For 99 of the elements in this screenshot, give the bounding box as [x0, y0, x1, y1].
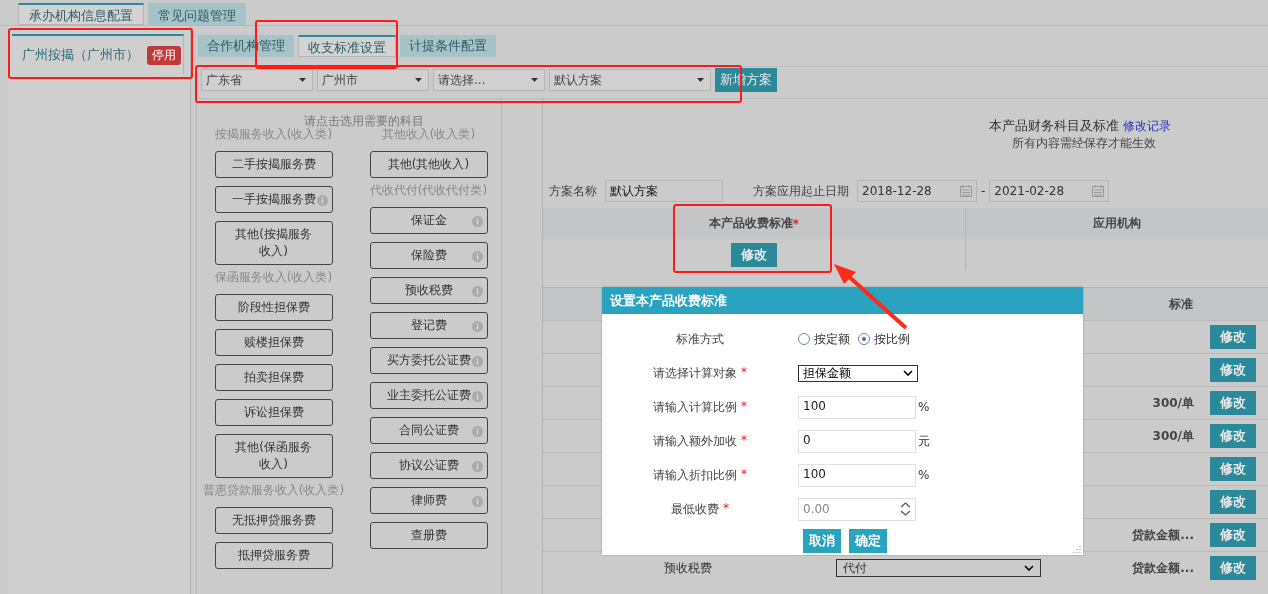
required-mark: *	[723, 500, 729, 517]
info-icon	[471, 250, 483, 262]
required-mark: *	[741, 466, 747, 483]
subject-button[interactable]: 预收税费	[369, 277, 488, 304]
dropdown[interactable]: 广州市	[317, 69, 429, 91]
subject-button[interactable]: 查册费	[369, 522, 488, 549]
number-field[interactable]: 0.00	[798, 497, 916, 521]
subject-button[interactable]: 保证金	[369, 207, 488, 234]
input-field[interactable]: 100	[798, 395, 916, 419]
info-icon	[316, 194, 328, 206]
input-field[interactable]: 0	[798, 429, 916, 453]
column-header: 应用机构	[1092, 215, 1142, 232]
required-mark: *	[741, 398, 747, 415]
required-mark: *	[741, 364, 747, 381]
subject-button[interactable]: 其他(其他收入)	[369, 151, 488, 178]
radio-button[interactable]	[798, 333, 810, 345]
table-cell: 300/单	[1152, 427, 1194, 445]
field-label: 标准方式	[676, 330, 724, 348]
unit-label: 元	[918, 432, 930, 450]
group-heading: 按揭服务收入(收入类)	[214, 126, 333, 143]
tab[interactable]: 计提条件配置	[400, 35, 496, 57]
status-badge: 停用	[147, 45, 181, 65]
field-label: 方案名称	[549, 182, 597, 200]
subject-button[interactable]: 登记费	[369, 312, 488, 339]
column-header: 本产品收费标准*	[543, 208, 966, 239]
subject-button[interactable]: 其他(按揭服务收入)	[214, 221, 333, 265]
history-link[interactable]: 修改记录	[1123, 119, 1171, 133]
info-icon	[471, 285, 483, 297]
group-heading: 其他收入(收入类)	[381, 126, 476, 143]
info-icon	[471, 495, 483, 507]
org-item[interactable]: 广州按揭（广州市）	[22, 46, 139, 64]
caret-icon	[299, 78, 306, 82]
subject-button[interactable]: 业主委托公证费	[369, 382, 488, 409]
subject-button[interactable]: 二手按揭服务费	[214, 151, 333, 178]
panel-title: 本产品财务科目及标准	[988, 118, 1119, 133]
subject-button[interactable]: 抵押贷服务费	[214, 542, 333, 569]
end-date-field[interactable]: 2021-02-28	[989, 180, 1110, 202]
group-heading: 保函服务收入(收入类)	[214, 269, 333, 286]
start-date-field[interactable]: 2018-12-28	[857, 180, 977, 202]
field-label: 请输入额外加收	[653, 432, 737, 450]
dropdown[interactable]: 担保金额	[798, 364, 918, 382]
calendar-icon	[1092, 185, 1105, 197]
required-mark: *	[741, 432, 747, 449]
info-icon	[471, 460, 483, 472]
subject-button[interactable]: 一手按揭服务费	[214, 186, 333, 213]
subject-button[interactable]: 合同公证费	[369, 417, 488, 444]
unit-label: %	[918, 400, 930, 414]
subject-button[interactable]: 阶段性担保费	[214, 294, 333, 321]
resize-grip-icon	[1073, 545, 1081, 553]
date-separator: -	[981, 184, 986, 198]
table-cell: 贷款金额...	[1132, 526, 1194, 544]
radio-label: 按比例	[874, 330, 910, 348]
info-icon	[471, 320, 483, 332]
chevron-icon	[1023, 565, 1034, 571]
field-label: 方案应用起止日期	[753, 182, 849, 200]
subject-button[interactable]: 诉讼担保费	[214, 399, 333, 426]
calendar-icon	[960, 185, 972, 197]
dropdown[interactable]: 代付	[835, 559, 1041, 577]
info-icon	[471, 425, 483, 437]
group-heading: 普惠贷款服务收入(收入类)	[202, 482, 345, 499]
spinner-icon	[900, 502, 911, 516]
caret-icon	[697, 78, 704, 82]
table-cell: 预收税费	[664, 559, 712, 577]
chevron-icon	[903, 370, 913, 376]
table-cell: 300/单	[1152, 394, 1194, 412]
tab[interactable]: 常见问题管理	[148, 3, 246, 25]
field-label: 请输入折扣比例	[653, 466, 737, 484]
info-icon	[471, 215, 483, 227]
caret-icon	[415, 78, 422, 82]
field-label: 请输入计算比例	[653, 398, 737, 416]
caret-icon	[531, 78, 538, 82]
info-icon	[471, 355, 483, 367]
unit-label: %	[918, 468, 930, 482]
subject-button[interactable]: 买方委托公证费	[369, 347, 488, 374]
field-label: 最低收费	[671, 500, 719, 518]
dialog-title: 设置本产品收费标准	[602, 287, 1083, 314]
hint-text: 请点击选用需要的科目	[304, 113, 424, 128]
column-header: 标准	[1167, 295, 1194, 313]
table-cell: 贷款金额...	[1132, 559, 1194, 577]
tab[interactable]: 收支标准设置	[298, 35, 396, 57]
plan-name-field[interactable]: 默认方案	[605, 180, 723, 202]
radio-label: 按定额	[814, 330, 850, 348]
info-icon	[471, 390, 483, 402]
dropdown[interactable]: 广东省	[201, 69, 313, 91]
group-heading: 代收代付(代收代付类)	[369, 182, 488, 199]
input-field[interactable]: 100	[798, 463, 916, 487]
note-text: 所有内容需经保存才能生效	[1011, 135, 1157, 152]
tab[interactable]: 承办机构信息配置	[18, 3, 144, 25]
dropdown[interactable]: 默认方案	[549, 69, 711, 91]
subject-button[interactable]: 赎楼担保费	[214, 329, 333, 356]
subject-button[interactable]: 保险费	[369, 242, 488, 269]
subject-button[interactable]: 协议公证费	[369, 452, 488, 479]
subject-button[interactable]: 无抵押贷服务费	[214, 507, 333, 534]
subject-button[interactable]: 拍卖担保费	[214, 364, 333, 391]
subject-button[interactable]: 其他(保函服务收入)	[214, 434, 333, 478]
radio-button[interactable]	[858, 333, 870, 345]
subject-button[interactable]: 律师费	[369, 487, 488, 514]
field-label: 请选择计算对象	[653, 364, 737, 382]
dropdown[interactable]: 请选择...	[433, 69, 545, 91]
